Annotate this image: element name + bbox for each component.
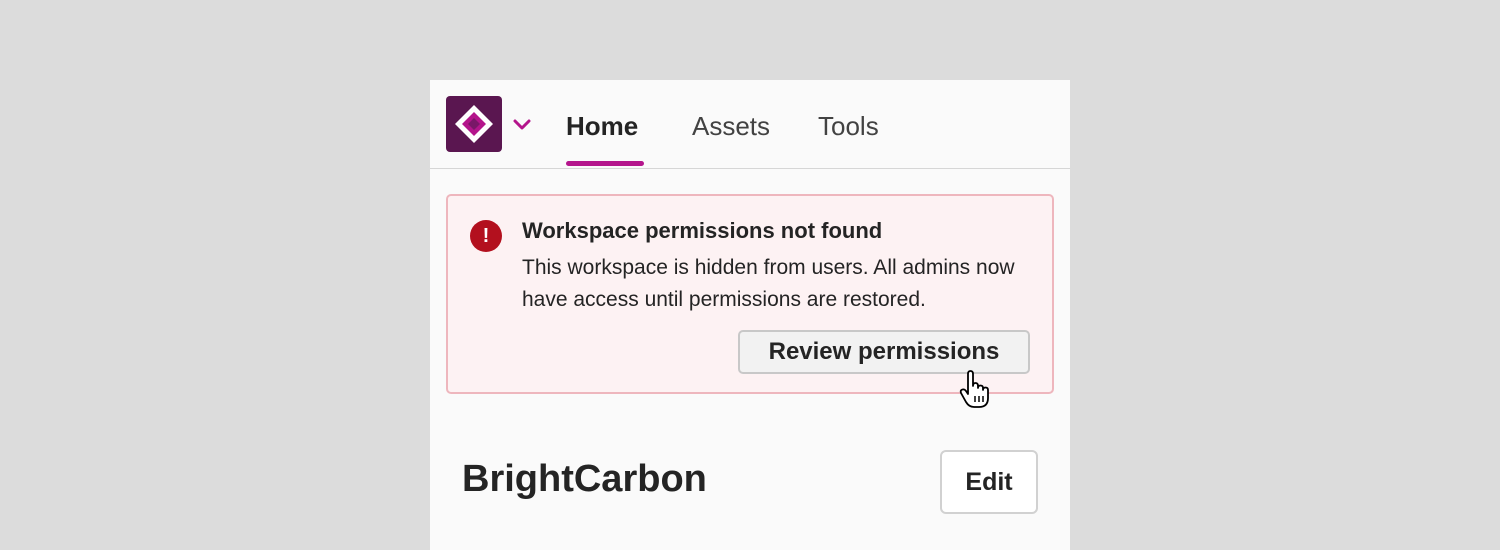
- alert-body: This workspace is hidden from users. All…: [522, 256, 1015, 311]
- tab-home-label: Home: [566, 111, 639, 141]
- review-permissions-button[interactable]: Review permissions: [738, 330, 1030, 374]
- tab-tools[interactable]: Tools: [818, 108, 879, 168]
- chevron-down-icon: [513, 119, 531, 130]
- app-panel: Home Assets Tools ! Workspace permission…: [430, 80, 1070, 550]
- app-switcher-button[interactable]: [510, 113, 534, 137]
- error-icon: !: [470, 220, 502, 252]
- active-tab-indicator: [566, 161, 644, 166]
- tab-tools-label: Tools: [818, 111, 879, 141]
- alert-title: Workspace permissions not found: [522, 218, 883, 243]
- tab-assets-label: Assets: [692, 111, 771, 141]
- app-logo[interactable]: [446, 96, 502, 152]
- diamond-logo-icon: [455, 105, 493, 143]
- hand-pointer-cursor-icon: [959, 370, 989, 408]
- error-message-bar: ! Workspace permissions not found This w…: [446, 194, 1054, 394]
- top-navigation: Home Assets Tools: [430, 80, 1070, 169]
- workspace-name: BrightCarbon: [462, 458, 707, 500]
- tab-home[interactable]: Home: [566, 108, 644, 168]
- tab-assets[interactable]: Assets: [692, 108, 770, 168]
- edit-button[interactable]: Edit: [940, 450, 1038, 514]
